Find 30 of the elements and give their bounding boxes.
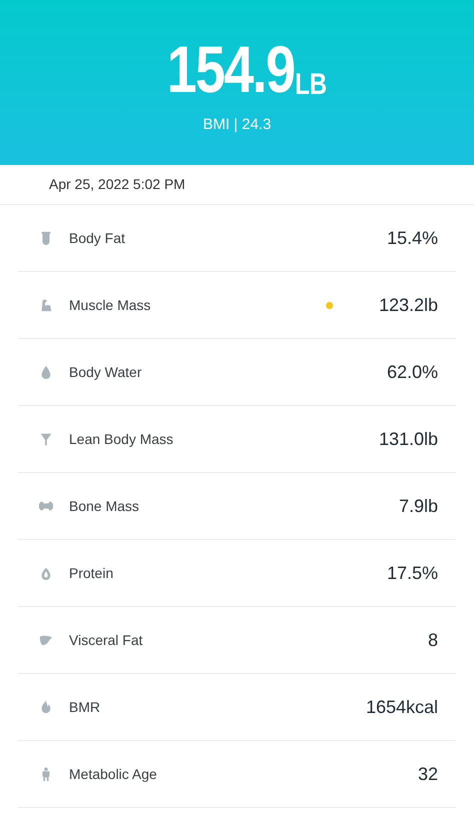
water-drop-icon: [39, 365, 53, 379]
metric-value: 15.4%: [386, 226, 438, 250]
egg-icon: [39, 566, 53, 580]
metric-value: 131.0lb: [378, 428, 438, 450]
timestamp: Apr 25, 2022 5:02 PM: [49, 175, 186, 194]
flame-icon: [39, 700, 53, 714]
metric-value: 7.9lb: [398, 494, 438, 518]
metric-label: Protein: [69, 564, 114, 582]
weight-value: 154.9: [167, 36, 295, 102]
metric-label: Body Fat: [69, 228, 126, 248]
metric-value: 123.2lb: [378, 294, 438, 316]
metric-label: Muscle Mass: [69, 296, 152, 314]
metric-label: BMR: [69, 698, 102, 716]
bone-icon: [39, 499, 53, 513]
metric-value: 1654kcal: [366, 696, 438, 718]
funnel-icon: [39, 432, 53, 446]
metric-value: 62.0%: [386, 360, 438, 384]
metric-label: Lean Body Mass: [69, 430, 174, 449]
flexed-arm-icon: [39, 298, 53, 312]
metric-label: Body Water: [69, 362, 143, 382]
metric-value: 32: [418, 762, 438, 786]
bmi-reading: BMI | 24.3: [202, 115, 272, 136]
liver-icon: [39, 633, 53, 647]
metric-label: Metabolic Age: [69, 764, 158, 784]
metric-label: Visceral Fat: [69, 630, 144, 650]
metric-value: 8: [428, 628, 438, 652]
test-tube-icon: [39, 231, 53, 245]
metric-label: Bone Mass: [69, 496, 140, 516]
weight-unit: LB: [294, 70, 327, 100]
metric-value: 17.5%: [386, 562, 438, 584]
